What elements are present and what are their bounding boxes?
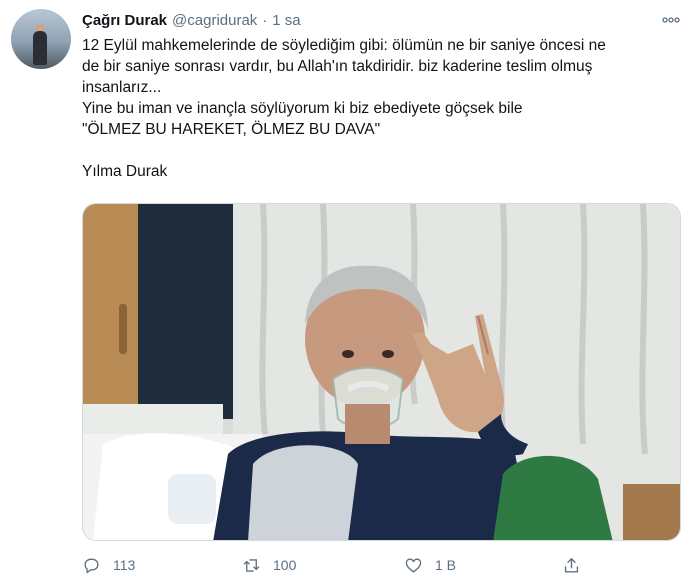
avatar-figure-body (33, 31, 47, 65)
avatar[interactable] (11, 9, 71, 69)
share-button[interactable] (562, 551, 581, 579)
share-icon (564, 557, 579, 573)
like-icon (405, 557, 422, 573)
reply-button[interactable]: 113 (82, 551, 135, 579)
photo-hospital-scene (83, 204, 680, 540)
author-handle[interactable]: @cagridurak (172, 12, 257, 29)
tweet-time[interactable]: 1 sa (272, 12, 300, 29)
tweet-paragraph-3: Yılma Durak (82, 163, 168, 180)
tweet-paragraph-1: 12 Eylül mahkemelerinde de söylediğim gi… (82, 37, 606, 96)
more-options-button[interactable] (660, 10, 682, 30)
tweet-header: Çağrı Durak @cagridurak · 1 sa (82, 10, 301, 30)
retweet-button[interactable]: 100 (242, 551, 296, 579)
like-button[interactable]: 1 B (404, 551, 456, 579)
like-count: 1 B (435, 557, 457, 573)
tweet-paragraph-2: Yine bu iman ve inançla söylüyorum ki bi… (82, 100, 523, 138)
retweet-icon (243, 558, 260, 572)
tweet[interactable]: Çağrı Durak @cagridurak · 1 sa 12 Eylül … (0, 0, 700, 582)
more-icon (662, 17, 680, 23)
author-name[interactable]: Çağrı Durak (82, 12, 167, 29)
separator-dot: · (262, 11, 268, 29)
reply-count: 113 (113, 557, 136, 573)
tweet-text: 12 Eylül mahkemelerinde de söylediğim gi… (82, 35, 682, 182)
retweet-count: 100 (273, 557, 297, 573)
tweet-photo[interactable] (82, 203, 681, 541)
tweet-actions: 113 100 1 B (82, 551, 682, 579)
reply-icon (84, 557, 99, 573)
